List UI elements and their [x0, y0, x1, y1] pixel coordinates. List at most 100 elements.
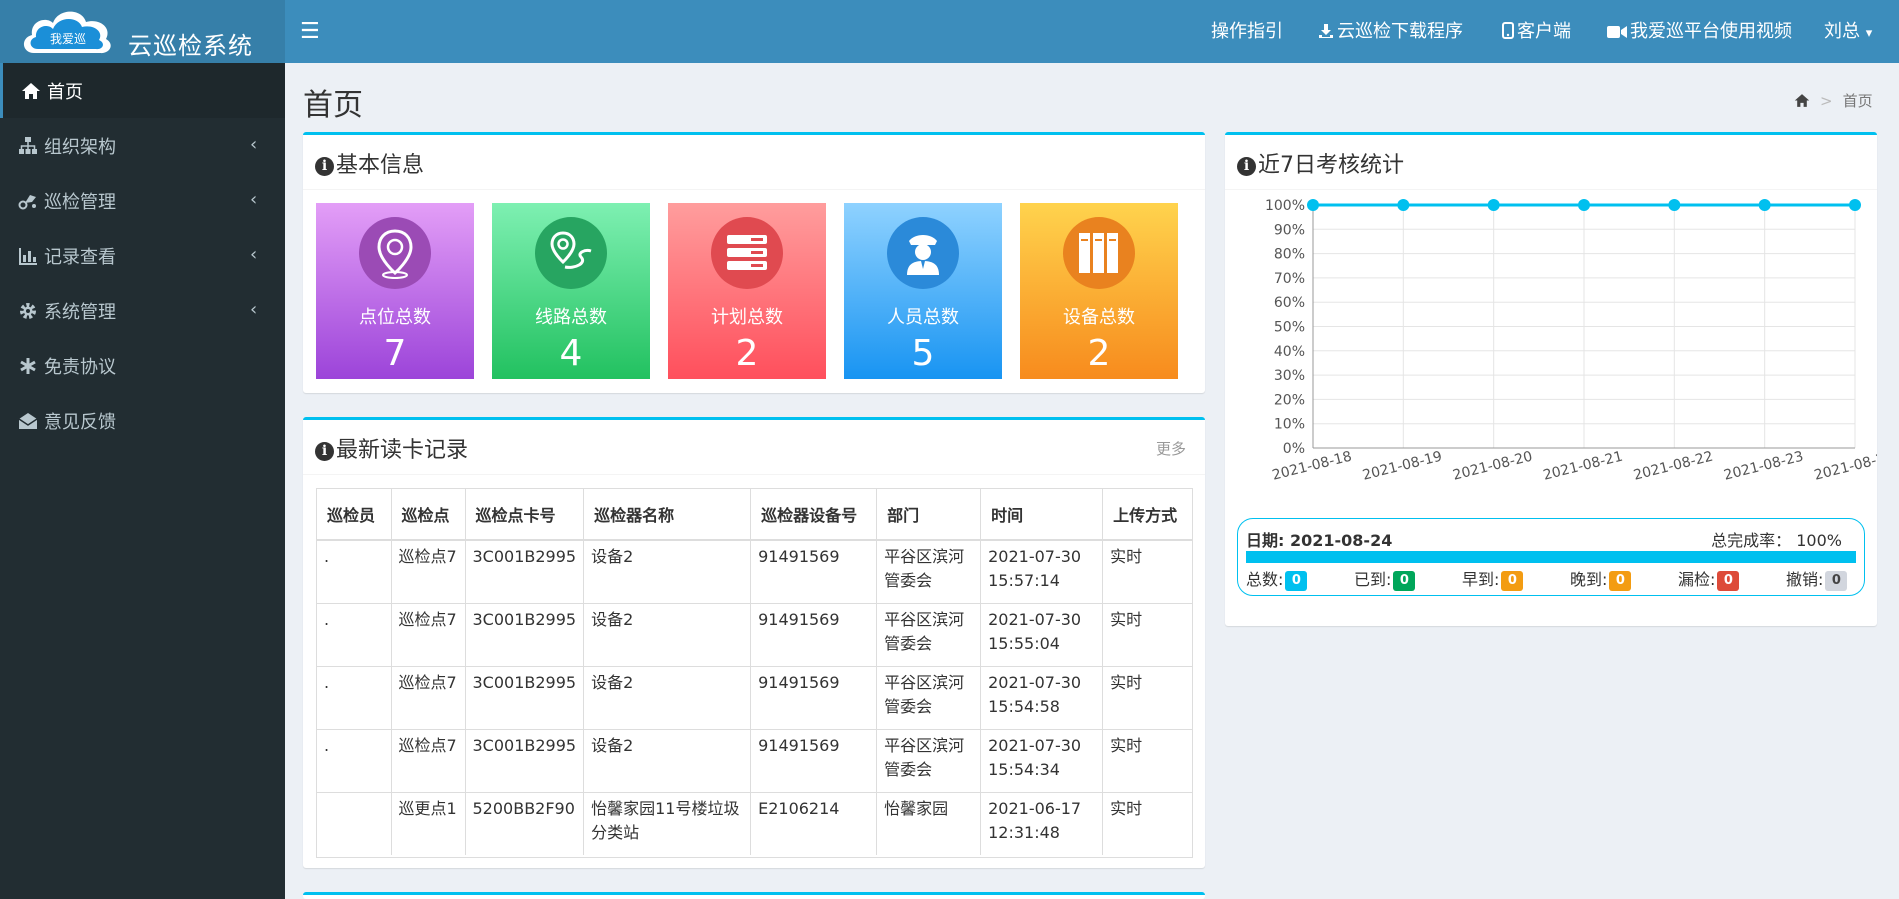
table-cell: E2106214	[750, 791, 878, 855]
summary-date-label: 日期:	[1246, 531, 1285, 550]
stat-card-staff[interactable]: 人员总数 5	[844, 203, 1002, 379]
table-cell: 巡检点7	[391, 602, 466, 666]
y-tick-label: 50%	[1274, 320, 1305, 336]
table-cell: 设备2	[583, 665, 752, 729]
table-cell: 2021-07-30 15:54:58	[980, 665, 1104, 729]
sidebar-item-system[interactable]: 系统管理 ‹	[0, 283, 285, 338]
table-cell: 2021-07-30 15:57:14	[980, 539, 1104, 603]
map-pin-icon	[359, 217, 431, 289]
table-row[interactable]: . 巡检点7 3C001B2995 设备2 91491569 平谷区滨河管委会 2021-0…	[317, 665, 1192, 729]
stat-value: 7	[383, 333, 407, 374]
sidebar-item-feedback[interactable]: 意见反馈	[0, 393, 285, 448]
table-cell: 怡馨家园	[876, 791, 982, 855]
data-point	[1758, 199, 1771, 211]
x-tick-label: 2021-08-20	[1451, 449, 1534, 484]
download-icon	[1319, 24, 1333, 38]
sidebar-item-disclaimer[interactable]: 免责协议	[0, 338, 285, 393]
data-point	[1668, 199, 1681, 211]
logo-area[interactable]: 我爱巡 云巡检系统	[0, 0, 285, 63]
page-title: 首页	[303, 88, 363, 123]
breadcrumb-separator: >	[1820, 92, 1833, 110]
data-point	[1849, 199, 1861, 211]
table-cell: 2021-07-30 15:55:04	[980, 602, 1104, 666]
table-row[interactable]: . 巡检点7 3C001B2995 设备2 91491569 平谷区滨河管委会 2021-0…	[317, 728, 1192, 792]
summary-count: 晚到: 0	[1570, 566, 1632, 591]
count-label: 已到:	[1354, 570, 1392, 589]
count-label: 漏检:	[1678, 570, 1716, 589]
count-badge: 0	[1609, 571, 1632, 591]
table-row[interactable]: . 巡检点7 3C001B2995 设备2 91491569 平谷区滨河管委会 2021-0…	[317, 602, 1192, 666]
summary-rate-label: 总完成率：	[1711, 531, 1792, 550]
summary-count: 漏检: 0	[1678, 566, 1740, 591]
data-point	[1397, 199, 1410, 211]
sidebar-item-org[interactable]: 组织架构 ‹	[0, 118, 285, 173]
nav-download-label: 云巡检下载程序	[1337, 21, 1463, 42]
stat-card-plans[interactable]: 计划总数 2	[668, 203, 826, 379]
y-tick-label: 70%	[1274, 271, 1305, 287]
summary-date: 日期: 2021-08-24	[1246, 527, 1392, 551]
y-tick-label: 100%	[1265, 198, 1305, 214]
x-tick-label: 2021-08-24	[1813, 448, 1877, 483]
x-tick-label: 2021-08-21	[1542, 449, 1625, 484]
table-cell: 巡更点1	[391, 791, 466, 855]
y-tick-label: 80%	[1274, 247, 1305, 263]
records-table: 巡检员 巡检点 巡检点卡号 巡检器名称 巡检器设备号 部门 时间 上传方式 . 巡检点7 3C00…	[317, 489, 1192, 855]
user-menu[interactable]: 刘总 ▾	[1824, 17, 1872, 43]
stat-card-devices[interactable]: 设备总数 2	[1020, 203, 1178, 379]
stat-value: 5	[911, 333, 935, 374]
stat-card-routes[interactable]: 线路总数 4	[492, 203, 650, 379]
daily-summary-panel: 日期: 2021-08-24 总完成率： 100% 总数: 0 已到: 0 早到: 0 晚到…	[1237, 518, 1865, 596]
table-cell: 实时	[1102, 791, 1192, 855]
stat-label: 点位总数	[359, 307, 431, 328]
y-tick-label: 10%	[1274, 417, 1305, 433]
records-box: i 最新读卡记录 更多 巡检员 巡检点 巡检点卡号 巡检器名称 巡检器设备号 部门 时间 上传方…	[303, 417, 1205, 868]
binder-icon	[1063, 217, 1135, 289]
line-chart: 0% 10% 20% 30% 40% 50% 60% 70% 80% 90% 100% 2021-08…	[1265, 198, 1877, 484]
stat-label: 线路总数	[535, 307, 607, 328]
table-cell: 实时	[1102, 665, 1192, 729]
table-cell: 2021-07-30 15:54:34	[980, 728, 1104, 792]
sidebar-item-home[interactable]: 首页	[0, 63, 285, 118]
stat-card-points[interactable]: 点位总数 7	[316, 203, 474, 379]
table-cell: 设备2	[583, 602, 752, 666]
table-cell: .	[317, 602, 392, 666]
patrol-icon	[18, 195, 36, 210]
table-cell: 巡检点7	[391, 539, 466, 603]
table-cell: 巡检点7	[391, 728, 466, 792]
y-tick-label: 90%	[1274, 222, 1305, 238]
video-camera-icon	[1607, 26, 1627, 38]
home-icon	[22, 83, 40, 99]
table-cell: .	[317, 665, 392, 729]
more-link[interactable]: 更多	[1156, 438, 1186, 459]
sidebar-item-patrol[interactable]: 巡检管理 ‹	[0, 173, 285, 228]
top-navbar: 我爱巡 云巡检系统 ☰ 操作指引 云巡检下载程序 客户端 我爱巡平台使用视频 刘…	[0, 0, 1899, 63]
column-header: 上传方式	[1102, 489, 1192, 541]
home-icon[interactable]	[1794, 93, 1810, 108]
table-row[interactable]: 巡更点1 5200BB2F90 怡馨家园11号楼垃圾分类站 E2106214 怡馨家园 2…	[317, 791, 1192, 855]
y-tick-label: 40%	[1274, 344, 1305, 360]
summary-date-value: 2021-08-24	[1289, 531, 1393, 550]
count-badge: 0	[1717, 571, 1740, 591]
table-cell: 3C001B2995	[465, 728, 585, 792]
table-cell	[317, 791, 392, 855]
nav-guide-link[interactable]: 操作指引	[1211, 17, 1283, 43]
table-row[interactable]: . 巡检点7 3C001B2995 设备2 91491569 平谷区滨河管委会 2021-0…	[317, 539, 1192, 603]
basic-info-title: i 基本信息	[315, 147, 424, 179]
table-cell: .	[317, 539, 392, 603]
table-cell: .	[317, 728, 392, 792]
sidebar-toggle-icon[interactable]: ☰	[300, 19, 320, 44]
sitemap-icon	[19, 137, 37, 154]
table-cell: 巡检点7	[391, 665, 466, 729]
nav-video-label: 我爱巡平台使用视频	[1630, 21, 1792, 42]
sidebar-item-records[interactable]: 记录查看 ‹	[0, 228, 285, 283]
stat-label: 计划总数	[711, 307, 783, 328]
table-cell: 91491569	[750, 539, 878, 603]
count-label: 撤销:	[1786, 570, 1824, 589]
nav-client-link[interactable]: 客户端	[1502, 17, 1571, 43]
nav-video-link[interactable]: 我爱巡平台使用视频	[1607, 17, 1792, 43]
breadcrumb-current: 首页	[1842, 92, 1873, 110]
nav-download-link[interactable]: 云巡检下载程序	[1318, 17, 1463, 43]
stats7-title-text: 近7日考核统计	[1258, 153, 1404, 178]
table-cell: 2021-06-17 12:31:48	[980, 791, 1104, 855]
sidebar-item-label: 巡检管理	[44, 192, 116, 213]
